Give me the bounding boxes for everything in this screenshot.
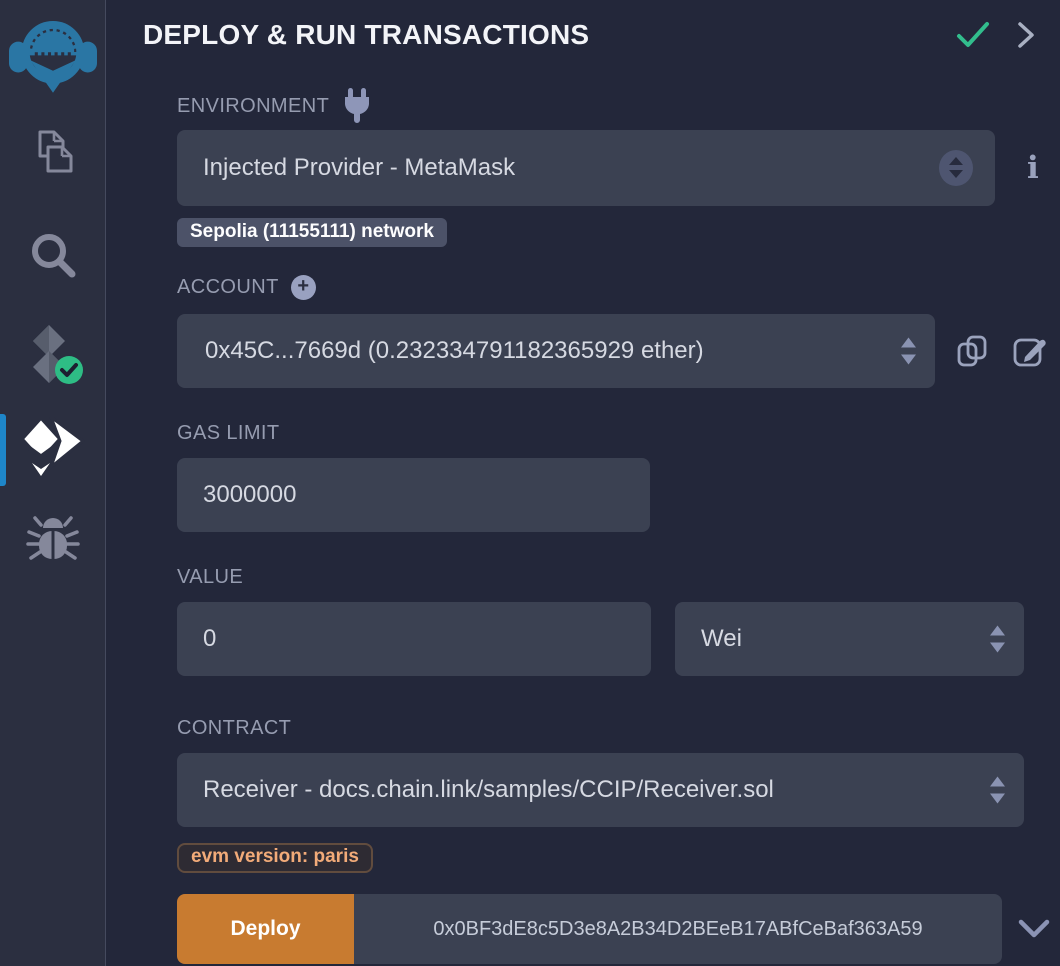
deploy-row: Deploy 0x0BF3dE8c5D3e8A2B34D2BEeB17ABfCe…: [177, 894, 1060, 964]
expand-constructor-chevron-icon[interactable]: [1018, 919, 1050, 939]
plus-icon: +: [291, 275, 316, 300]
environment-info-icon[interactable]: i: [1027, 153, 1039, 184]
deploy-run-panel: DEPLOY & RUN TRANSACTIONS ENVIRONMENT: [106, 0, 1060, 966]
icon-sidebar: [0, 0, 106, 966]
edit-icon: [1011, 333, 1047, 369]
account-select[interactable]: 0x45C...7669d (0.232334791182365929 ethe…: [177, 314, 935, 388]
gas-limit-value: 3000000: [177, 481, 296, 509]
search-icon: [27, 229, 79, 286]
compile-success-check-icon: [956, 21, 990, 49]
network-badge: Sepolia (11155111) network: [177, 218, 447, 247]
remix-ide-window: DEPLOY & RUN TRANSACTIONS ENVIRONMENT: [0, 0, 1060, 966]
add-account-button[interactable]: +: [291, 275, 316, 300]
environment-select[interactable]: Injected Provider - MetaMask: [177, 130, 995, 206]
environment-row: Injected Provider - MetaMask i: [177, 130, 1060, 206]
bug-icon: [26, 511, 80, 570]
copy-icon: [955, 333, 991, 369]
value-input[interactable]: 0: [177, 602, 651, 676]
sidebar-item-search[interactable]: [0, 221, 106, 293]
environment-label-row: ENVIRONMENT: [177, 94, 1060, 118]
evm-version-badge: evm version: paris: [177, 843, 373, 873]
account-label: ACCOUNT: [177, 276, 279, 299]
select-spinner-icon: [900, 338, 917, 365]
deploy-button[interactable]: Deploy: [177, 894, 354, 964]
sidebar-item-deploy-and-run[interactable]: [0, 414, 106, 486]
account-row: 0x45C...7669d (0.232334791182365929 ethe…: [177, 314, 1060, 388]
sidebar-item-remix-home[interactable]: [0, 0, 106, 104]
deploy-run-icon: [21, 417, 85, 484]
select-spinner-icon: [989, 626, 1006, 653]
value-unit: Wei: [675, 625, 742, 653]
copy-account-button[interactable]: [955, 333, 991, 369]
gas-limit-input[interactable]: 3000000: [177, 458, 650, 532]
environment-label: ENVIRONMENT: [177, 95, 329, 118]
sidebar-item-file-explorer[interactable]: [0, 120, 106, 192]
page-title: DEPLOY & RUN TRANSACTIONS: [143, 19, 589, 51]
contract-selected-value: Receiver - docs.chain.link/samples/CCIP/…: [177, 776, 774, 804]
panel-header: DEPLOY & RUN TRANSACTIONS: [160, 16, 1060, 54]
select-spinner-icon: [939, 150, 973, 186]
value-amount: 0: [177, 625, 216, 653]
constructor-arg-input[interactable]: 0x0BF3dE8c5D3e8A2B34D2BEeB17ABfCeBaf363A…: [354, 894, 1002, 964]
value-label: VALUE: [177, 566, 243, 589]
select-spinner-icon: [989, 777, 1006, 804]
environment-selected-value: Injected Provider - MetaMask: [177, 154, 515, 182]
gas-limit-label-row: GAS LIMIT: [177, 421, 1060, 445]
constructor-arg-value: 0x0BF3dE8c5D3e8A2B34D2BEeB17ABfCeBaf363A…: [433, 918, 922, 941]
plug-icon[interactable]: [341, 88, 373, 124]
solidity-icon: [21, 323, 85, 392]
edit-account-button[interactable]: [1011, 333, 1047, 369]
account-selected-value: 0x45C...7669d (0.232334791182365929 ethe…: [177, 337, 704, 365]
value-unit-select[interactable]: Wei: [675, 602, 1024, 676]
files-icon: [26, 127, 80, 186]
gas-limit-label: GAS LIMIT: [177, 422, 280, 445]
contract-label-row: CONTRACT: [177, 716, 1060, 740]
sidebar-item-debugger[interactable]: [0, 504, 106, 576]
account-label-row: ACCOUNT +: [177, 275, 1060, 299]
active-plugin-indicator: [0, 414, 6, 486]
collapse-panel-chevron-icon[interactable]: [1016, 20, 1036, 50]
sidebar-item-solidity-compiler[interactable]: [0, 321, 106, 393]
value-row: 0 Wei: [177, 602, 1060, 676]
contract-label: CONTRACT: [177, 717, 291, 740]
contract-select[interactable]: Receiver - docs.chain.link/samples/CCIP/…: [177, 753, 1024, 827]
value-label-row: VALUE: [177, 565, 1060, 589]
remix-logo-icon: [9, 10, 97, 103]
